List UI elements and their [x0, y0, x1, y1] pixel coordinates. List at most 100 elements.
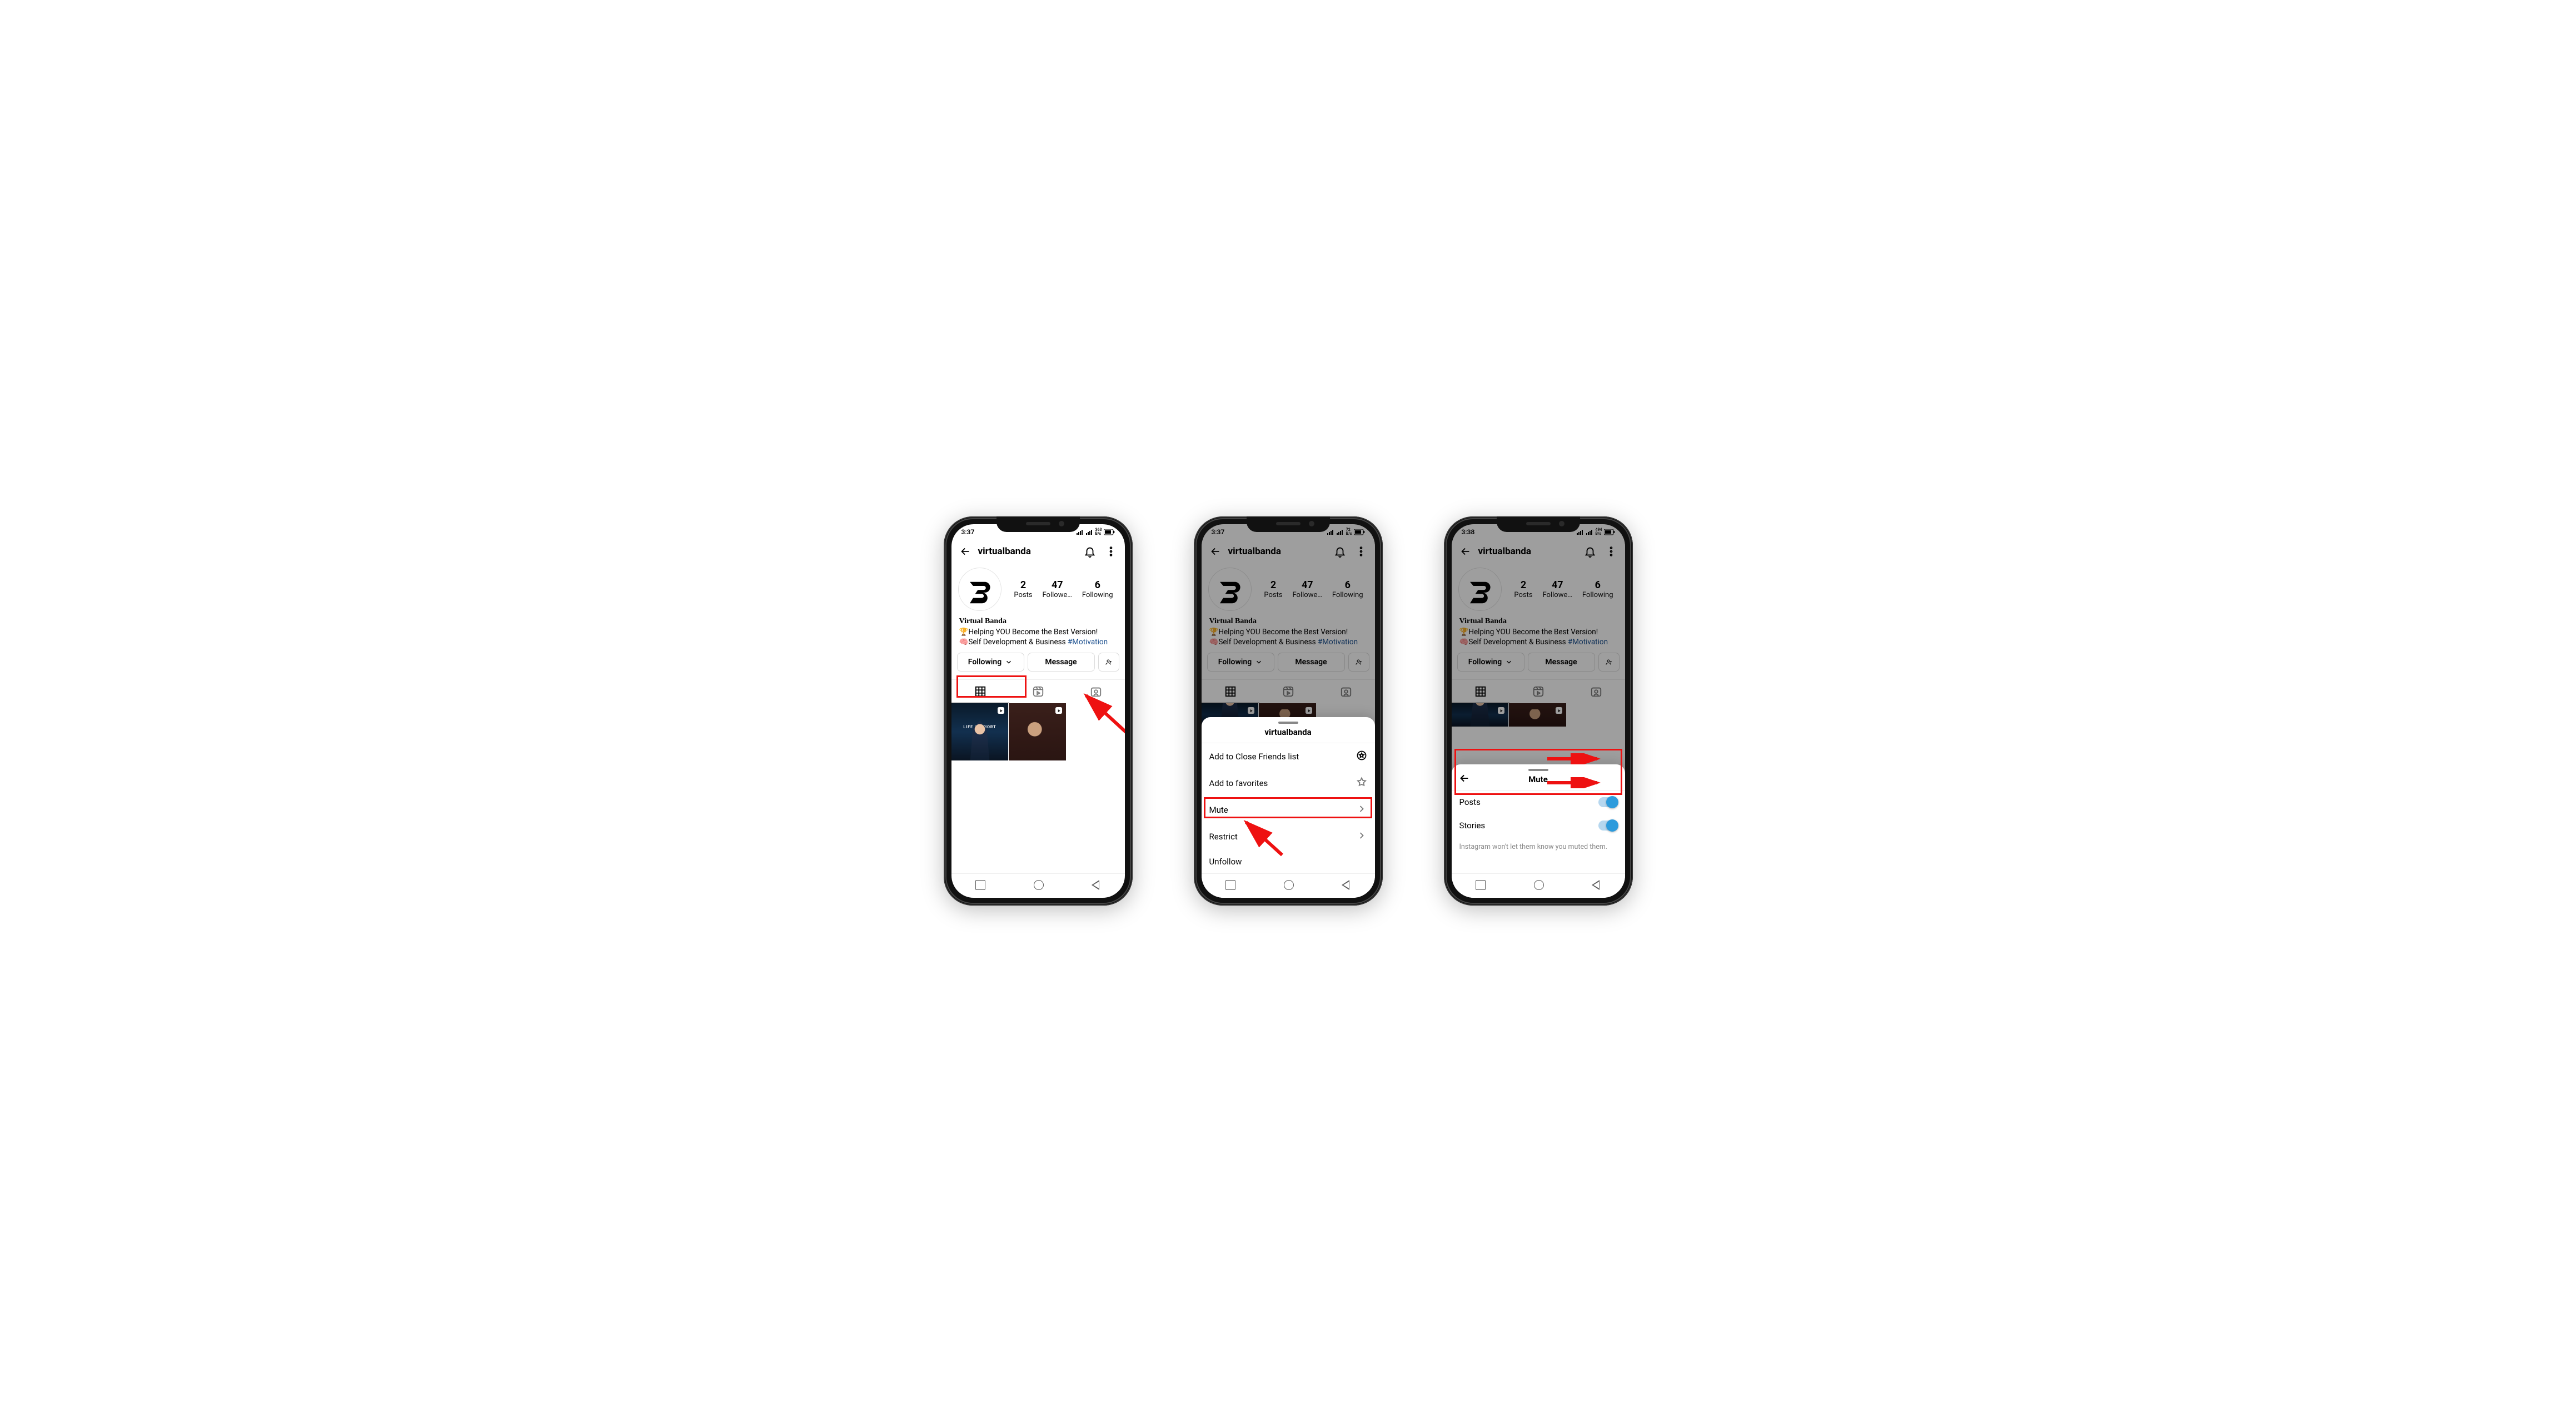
post-thumbnail-2[interactable]	[1509, 703, 1566, 726]
bio-line1: Helping YOU Become the Best Version!	[1468, 628, 1598, 637]
row-mute[interactable]: Mute	[1202, 797, 1375, 823]
tagged-icon	[1340, 685, 1352, 698]
nav-recent-icon[interactable]	[1476, 880, 1486, 890]
tab-grid[interactable]	[1202, 680, 1259, 703]
stat-posts[interactable]: 2Posts	[1514, 579, 1532, 599]
tab-reels[interactable]	[1009, 680, 1067, 703]
row-close-friends[interactable]: Add to Close Friends list	[1202, 743, 1375, 770]
message-button[interactable]: Message	[1028, 653, 1095, 672]
suggest-users-button[interactable]	[1598, 653, 1620, 672]
row-mute-stories[interactable]: Stories	[1452, 814, 1625, 837]
more-options-icon[interactable]	[1353, 543, 1369, 560]
notification-bell-icon[interactable]	[1082, 543, 1098, 560]
nav-back-icon[interactable]	[1343, 880, 1351, 890]
hashtag-link[interactable]: #Motivation	[1568, 638, 1608, 647]
tagged-icon	[1590, 685, 1602, 698]
add-user-icon	[1356, 657, 1362, 668]
following-button[interactable]: Following	[1457, 653, 1524, 672]
sheet-title: Mute	[1452, 773, 1625, 790]
reel-badge-icon	[1497, 706, 1506, 717]
tab-grid[interactable]	[951, 680, 1009, 703]
callout-arrow-posts	[1546, 753, 1602, 764]
stat-following[interactable]: 6Following	[1332, 579, 1363, 599]
sheet-back-icon[interactable]	[1458, 772, 1471, 787]
tagged-icon	[1090, 685, 1102, 698]
nav-back-icon[interactable]	[1093, 880, 1100, 890]
notch	[996, 516, 1080, 532]
stat-followers[interactable]: 47Followe…	[1543, 579, 1573, 599]
posts-label: Posts	[1014, 591, 1032, 599]
message-button[interactable]: Message	[1528, 653, 1595, 672]
notch	[1497, 516, 1580, 532]
stat-followers[interactable]: 47 Followe…	[1043, 579, 1073, 599]
stat-followers[interactable]: 47Followe…	[1293, 579, 1323, 599]
more-options-icon[interactable]	[1103, 543, 1119, 560]
avatar[interactable]	[1208, 568, 1252, 611]
post-thumbnail-1[interactable]: LIFE IS SHORT	[951, 703, 1009, 760]
avatar[interactable]	[1458, 568, 1502, 611]
suggest-users-button[interactable]	[1098, 653, 1119, 672]
tab-grid[interactable]	[1452, 680, 1509, 703]
tab-reels[interactable]	[1509, 680, 1567, 703]
avatar[interactable]	[958, 568, 1001, 611]
nav-home-icon[interactable]	[1034, 880, 1044, 890]
suggest-users-button[interactable]	[1348, 653, 1369, 672]
add-user-icon	[1606, 657, 1612, 668]
tab-tagged[interactable]	[1317, 680, 1375, 703]
trophy-emoji: 🏆	[1459, 628, 1469, 637]
clock: 3:37	[961, 528, 975, 536]
nav-home-icon[interactable]	[1284, 880, 1294, 890]
nav-recent-icon[interactable]	[1225, 880, 1235, 890]
back-icon[interactable]	[1207, 543, 1224, 560]
message-button[interactable]: Message	[1278, 653, 1345, 672]
toggle-stories[interactable]	[1598, 821, 1617, 831]
nav-back-icon[interactable]	[1593, 880, 1601, 890]
signal-icon	[1327, 529, 1335, 535]
phone-2: 3:37 72 B/s virtualbanda 2Posts	[1194, 516, 1383, 906]
stat-posts[interactable]: 2Posts	[1264, 579, 1282, 599]
following-button[interactable]: Following	[1207, 653, 1274, 672]
following-button[interactable]: Following	[957, 653, 1024, 672]
row-favorites[interactable]: Add to favorites	[1202, 770, 1375, 797]
notification-bell-icon[interactable]	[1582, 543, 1598, 560]
post-thumbnail-1[interactable]	[1452, 703, 1509, 726]
status-icons: 72 B/s	[1327, 528, 1365, 536]
grid-icon	[974, 685, 986, 698]
status-icons: 494 B/s	[1577, 528, 1615, 536]
nav-recent-icon[interactable]	[975, 880, 985, 890]
action-buttons: Following Message	[1452, 652, 1625, 677]
kbps-unit: B/s	[1346, 532, 1352, 536]
stat-posts[interactable]: 2 Posts	[1014, 579, 1032, 599]
posts-count: 2	[1264, 579, 1282, 591]
row-restrict[interactable]: Restrict	[1202, 823, 1375, 850]
stat-following[interactable]: 6 Following	[1082, 579, 1113, 599]
notification-bell-icon[interactable]	[1332, 543, 1348, 560]
action-buttons: Following Message	[951, 652, 1125, 677]
sheet-handle[interactable]	[1278, 722, 1298, 724]
restrict-label: Restrict	[1209, 832, 1238, 842]
row-unfollow[interactable]: Unfollow	[1202, 850, 1375, 873]
profile-tabs	[951, 679, 1125, 703]
sheet-handle[interactable]	[1528, 769, 1548, 771]
stat-following[interactable]: 6Following	[1582, 579, 1613, 599]
add-user-icon	[1105, 657, 1112, 668]
phone-3: 3:38 494 B/s virtualbanda 2Posts	[1444, 516, 1633, 906]
back-icon[interactable]	[1457, 543, 1474, 560]
hashtag-link[interactable]: #Motivation	[1318, 638, 1358, 647]
clock: 3:38	[1462, 528, 1475, 536]
profile-tabs	[1452, 679, 1625, 703]
tab-tagged[interactable]	[1567, 680, 1625, 703]
toggle-posts[interactable]	[1598, 797, 1617, 807]
post-thumbnail-2[interactable]	[1009, 703, 1066, 760]
tab-reels[interactable]	[1259, 680, 1317, 703]
hashtag-link[interactable]: #Motivation	[1068, 638, 1108, 647]
favorites-label: Add to favorites	[1209, 778, 1268, 788]
tab-tagged[interactable]	[1067, 680, 1125, 703]
unfollow-label: Unfollow	[1209, 857, 1242, 867]
posts-label: Posts	[1264, 591, 1282, 599]
row-mute-posts[interactable]: Posts	[1452, 790, 1625, 814]
stats: 2 Posts 47 Followe… 6 Following	[1009, 579, 1118, 599]
more-options-icon[interactable]	[1603, 543, 1620, 560]
back-icon[interactable]	[957, 543, 974, 560]
nav-home-icon[interactable]	[1534, 880, 1544, 890]
